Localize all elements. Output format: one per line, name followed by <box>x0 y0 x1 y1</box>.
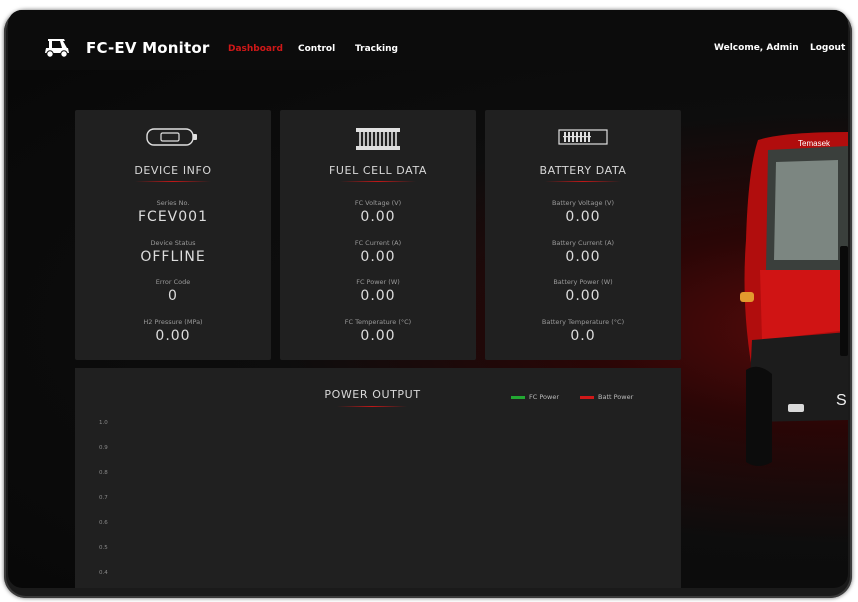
logout-link[interactable]: Logout <box>810 43 845 53</box>
legend-swatch <box>511 395 525 399</box>
fc-power-label: FC Power (W) <box>356 278 400 286</box>
y-tick: 0.5 <box>99 545 108 551</box>
vehicle-badge: Temasek <box>798 139 831 148</box>
battery-icon <box>146 128 197 146</box>
battery-voltage-label: Battery Voltage (V) <box>551 199 615 207</box>
fuel-cell-title: FUEL CELL DATA <box>328 164 428 177</box>
battery-card: BATTERY DATA Battery Voltage (V) 0.00 Ba… <box>485 110 681 360</box>
battery-temperature-value: 0.0 <box>570 328 596 344</box>
y-tick: 1.0 <box>99 420 108 426</box>
title-underline <box>545 181 621 182</box>
fc-temperature-label: FC Temperature (°C) <box>344 318 412 326</box>
fc-voltage-label: FC Voltage (V) <box>354 199 402 207</box>
welcome-text: Welcome, Admin <box>714 43 799 53</box>
y-tick: 0.7 <box>99 495 108 501</box>
battery-title: BATTERY DATA <box>539 164 627 177</box>
car-logo-icon <box>45 39 69 58</box>
legend-label: FC Power <box>529 393 559 401</box>
nav-dashboard[interactable]: Dashboard <box>228 44 283 54</box>
fuel-cell-icon <box>356 128 400 150</box>
app-screen: FC-EV Monitor Dashboard Control Tracking… <box>8 10 848 588</box>
fc-voltage-value: 0.00 <box>360 209 396 225</box>
device-status-label: Device Status <box>150 239 196 247</box>
fuel-cell-card: FUEL CELL DATA FC Voltage (V) 0.00 FC Cu… <box>280 110 476 360</box>
series-no-label: Series No. <box>156 199 190 207</box>
title-underline <box>340 181 416 182</box>
power-output-chart: POWER OUTPUT FC Power Batt Power 1.0 0.9… <box>75 368 681 588</box>
battery-power-label: Battery Power (W) <box>553 278 613 286</box>
series-no-value: FCEV001 <box>138 209 208 225</box>
error-code-label: Error Code <box>155 278 191 286</box>
y-tick: 0.4 <box>99 570 108 576</box>
legend-swatch <box>580 395 594 399</box>
svg-text:S: S <box>836 392 847 409</box>
fc-current-label: FC Current (A) <box>354 239 402 247</box>
device-status-value: OFFLINE <box>140 249 206 265</box>
y-tick: 0.9 <box>99 445 108 451</box>
battery-voltage-value: 0.00 <box>565 209 601 225</box>
app-title: FC-EV Monitor <box>86 39 210 57</box>
battery-pack-icon <box>558 129 608 145</box>
h2-pressure-label: H2 Pressure (MPa) <box>143 318 203 326</box>
battery-temperature-label: Battery Temperature (°C) <box>541 318 625 326</box>
error-code-value: 0 <box>168 288 178 304</box>
y-tick: 0.8 <box>99 470 108 476</box>
title-underline <box>337 406 407 407</box>
battery-current-value: 0.00 <box>565 249 601 265</box>
legend-label: Batt Power <box>598 393 634 401</box>
battery-power-value: 0.00 <box>565 288 601 304</box>
h2-pressure-value: 0.00 <box>155 328 191 344</box>
fc-current-value: 0.00 <box>360 249 396 265</box>
y-tick: 0.6 <box>99 520 108 526</box>
vehicle-image: Temasek S <box>740 132 848 466</box>
device-info-title: DEVICE INFO <box>134 164 212 177</box>
battery-current-label: Battery Current (A) <box>551 239 615 247</box>
title-underline <box>135 181 211 182</box>
nav-control[interactable]: Control <box>298 44 335 54</box>
fc-temperature-value: 0.00 <box>360 328 396 344</box>
top-navbar: FC-EV Monitor Dashboard Control Tracking… <box>8 10 848 70</box>
fc-power-value: 0.00 <box>360 288 396 304</box>
legend-batt-power[interactable]: Batt Power <box>580 393 633 401</box>
nav-tracking[interactable]: Tracking <box>355 44 398 54</box>
device-info-card: DEVICE INFO Series No. FCEV001 Device St… <box>75 110 271 360</box>
legend-fc-power[interactable]: FC Power <box>511 393 559 401</box>
